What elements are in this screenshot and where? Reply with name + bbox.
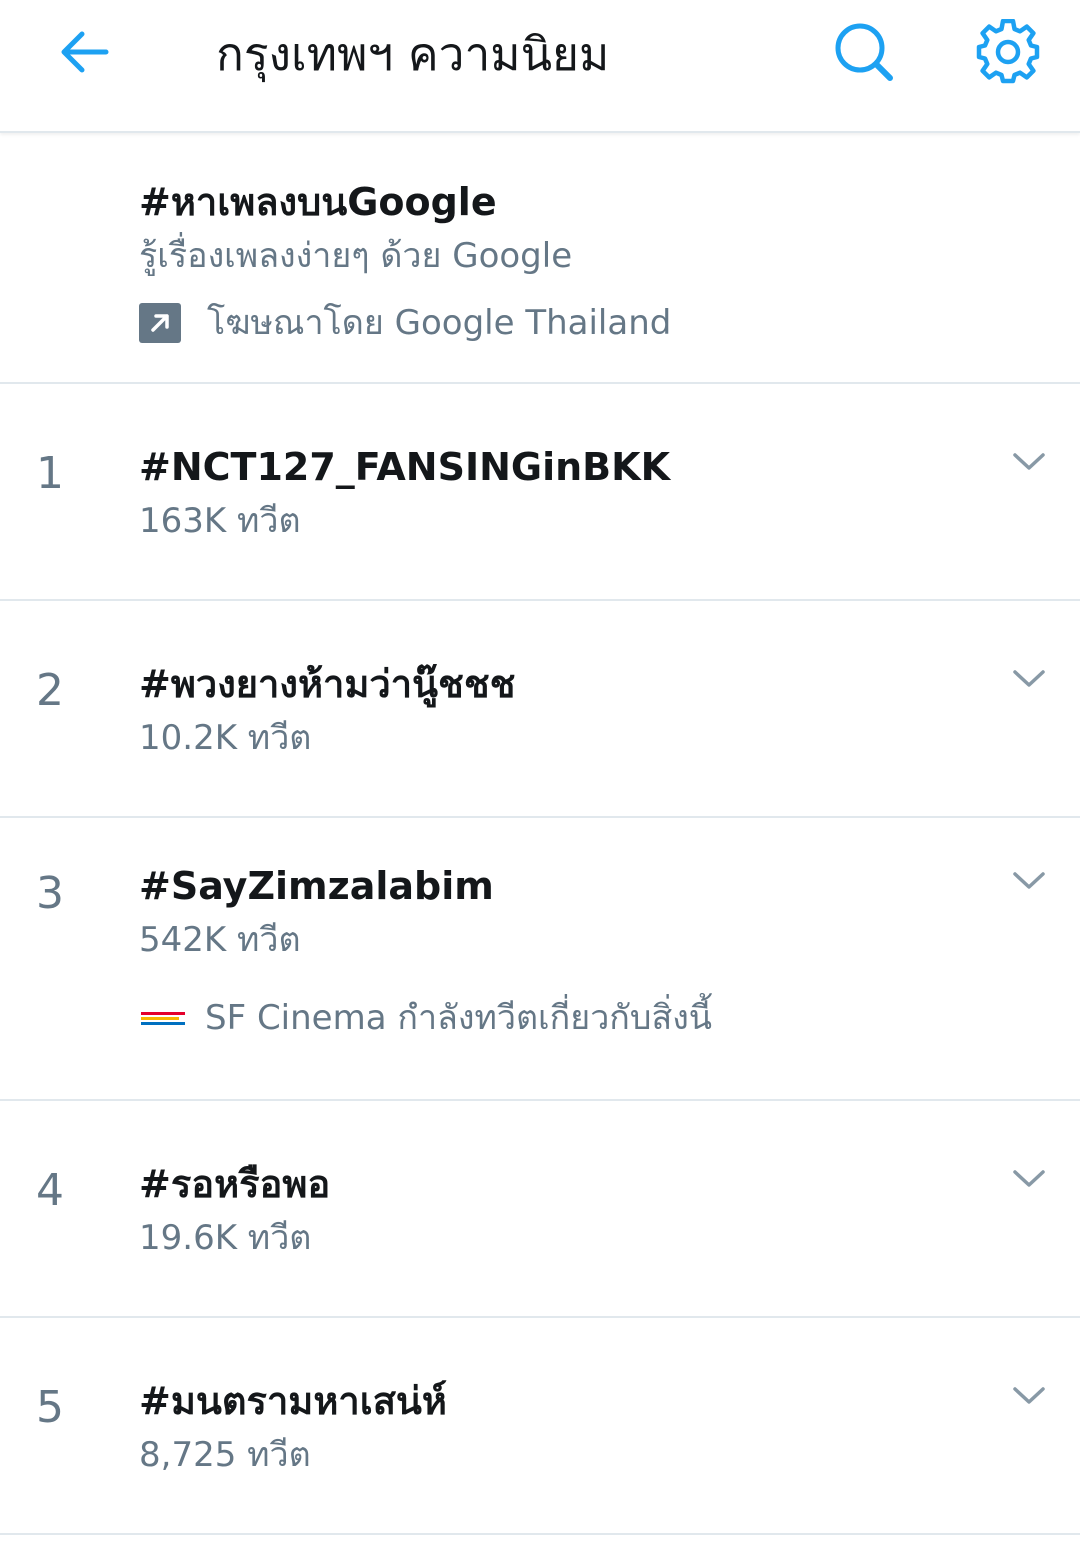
arrow-left-icon [61, 31, 109, 73]
trend-item[interactable]: 4 #รอหรือพอ 19.6K ทวีต [0, 1101, 1080, 1318]
back-button[interactable] [52, 22, 116, 82]
promoted-description: รู้เรื่องเพลงง่ายๆ ด้วย Google [139, 236, 573, 276]
trend-tweet-count: 19.6K ทวีต [139, 1218, 312, 1258]
trend-rank: 2 [36, 665, 64, 716]
promoted-trend[interactable]: #หาเพลงบนGoogle รู้เรื่องเพลงง่ายๆ ด้วย … [0, 134, 1080, 384]
chevron-down-icon[interactable] [1004, 1159, 1054, 1199]
promoted-arrow-icon [139, 303, 181, 343]
search-button[interactable] [828, 16, 900, 88]
chevron-down-icon[interactable] [1004, 1376, 1054, 1416]
trend-rank: 3 [36, 868, 64, 919]
trend-tweet-count: 10.2K ทวีต [139, 718, 312, 758]
trend-item[interactable]: 5 #มนตรามหาเสน่ห์ 8,725 ทวีต [0, 1318, 1080, 1535]
promoted-by-row: โฆษณาโดย Google Thailand [139, 300, 671, 346]
trend-item[interactable]: 1 #NCT127_FANSINGinBKK 163K ทวีต [0, 384, 1080, 601]
trend-hashtag[interactable]: #NCT127_FANSINGinBKK [139, 441, 670, 493]
trend-item[interactable]: 2 #พวงยางห้ามว่านู๊ชชช 10.2K ทวีต [0, 601, 1080, 818]
chevron-down-icon[interactable] [1004, 442, 1054, 482]
trends-list: #หาเพลงบนGoogle รู้เรื่องเพลงง่ายๆ ด้วย … [0, 134, 1080, 1535]
trend-tweet-count: 8,725 ทวีต [139, 1435, 311, 1475]
trend-tweet-count: 542K ทวีต [139, 920, 301, 960]
search-icon [835, 23, 893, 81]
page-title: กรุงเทพฯ ความนิยม [216, 27, 610, 81]
gear-icon [976, 19, 1040, 84]
trend-rank: 5 [36, 1382, 64, 1433]
trend-item[interactable]: 3 #SayZimzalabim 542K ทวีต SF Cinema กำล… [0, 818, 1080, 1101]
trend-rank: 1 [36, 448, 64, 499]
trend-rank: 4 [36, 1165, 64, 1216]
trend-hashtag[interactable]: #รอหรือพอ [139, 1158, 330, 1210]
sf-cinema-logo-icon [141, 1007, 187, 1029]
promoted-hashtag[interactable]: #หาเพลงบนGoogle [139, 176, 497, 228]
trend-promoter-row: SF Cinema กำลังทวีตเกี่ยวกับสิ่งนี้ [141, 995, 712, 1041]
trend-hashtag[interactable]: #พวงยางห้ามว่านู๊ชชช [139, 658, 515, 710]
trend-hashtag[interactable]: #SayZimzalabim [139, 860, 494, 912]
chevron-down-icon[interactable] [1004, 659, 1054, 699]
trend-hashtag[interactable]: #มนตรามหาเสน่ห์ [139, 1375, 447, 1427]
chevron-down-icon[interactable] [1004, 861, 1054, 901]
settings-button[interactable] [970, 14, 1046, 90]
trend-promoter-label: SF Cinema กำลังทวีตเกี่ยวกับสิ่งนี้ [205, 998, 713, 1038]
promoted-by-label: โฆษณาโดย Google Thailand [207, 303, 672, 343]
top-app-bar: กรุงเทพฯ ความนิยม [0, 0, 1080, 133]
trend-tweet-count: 163K ทวีต [139, 501, 301, 541]
